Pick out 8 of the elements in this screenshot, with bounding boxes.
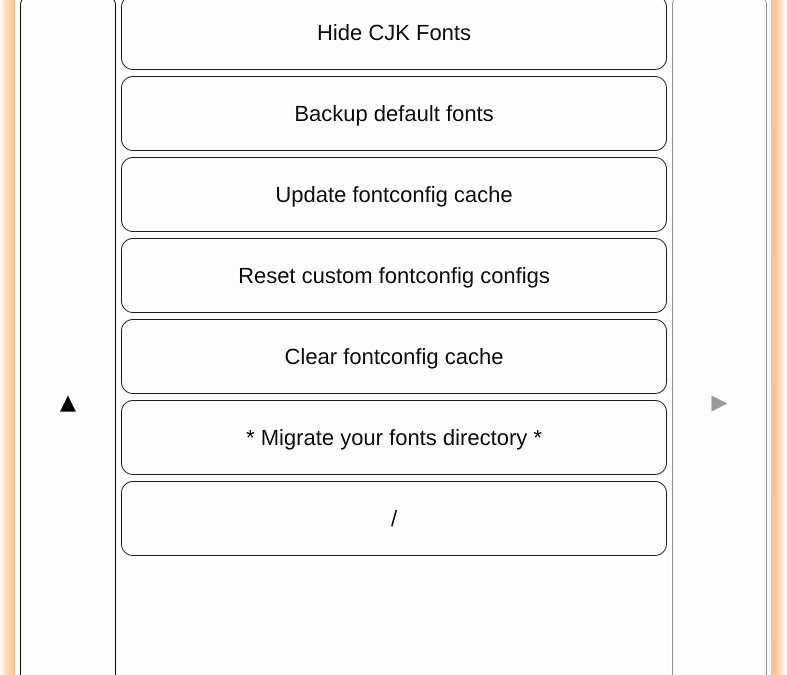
scroll-up-button[interactable]: ▲	[20, 0, 116, 675]
option-button[interactable]: Reset custom fontconfig configs	[121, 238, 667, 313]
option-button[interactable]: /	[121, 481, 667, 556]
option-button[interactable]: Hide CJK Fonts	[121, 0, 667, 70]
option-button[interactable]: Backup default fonts	[121, 76, 667, 151]
option-button[interactable]: Update fontconfig cache	[121, 157, 667, 232]
option-button[interactable]: Clear fontconfig cache	[121, 319, 667, 394]
option-button[interactable]: * Migrate your fonts directory *	[121, 400, 667, 475]
